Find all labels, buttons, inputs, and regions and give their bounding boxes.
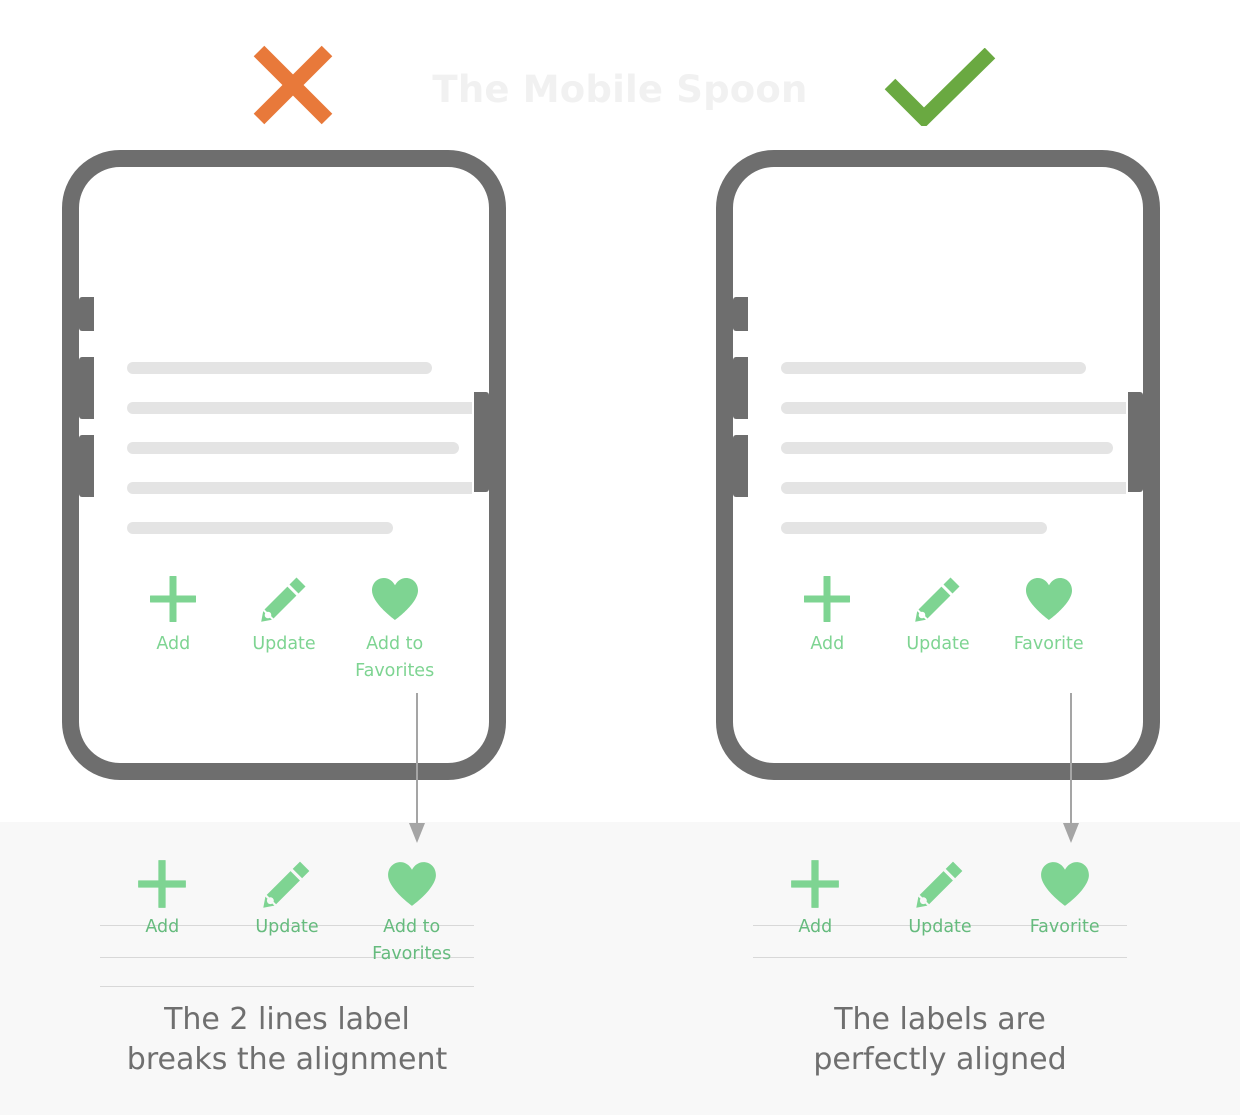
detail-label: Update [908,917,972,937]
power-button[interactable] [474,392,489,492]
toolbar-item-add[interactable]: Add [118,574,229,685]
volume-up-button[interactable] [79,357,94,419]
detail-label: Update [255,917,319,937]
phone-frame: Add Update Favorite [716,150,1160,780]
phone-screen: Add Update Favorite [750,184,1126,746]
detail-item-update[interactable]: Update [225,858,350,969]
pencil-icon [883,574,994,624]
cross-x-icon [253,45,333,125]
silent-switch-button[interactable] [733,297,748,331]
content-placeholder-line [127,442,459,454]
toolbar-label: Favorite [1013,634,1084,654]
plus-icon [753,858,878,910]
content-placeholder-line [127,482,472,494]
pencil-icon [878,858,1003,910]
action-toolbar-good: Add Update Favorite [772,574,1104,658]
checkmark-icon [884,48,996,126]
toolbar-label: Update [252,634,316,654]
detail-item-favorite[interactable]: Favorite [1002,858,1127,941]
plus-icon [772,574,883,624]
pencil-icon [229,574,340,624]
phone-screen: Add Update Add to Favorites [96,184,472,746]
plus-icon [100,858,225,910]
detail-toolbar-bad: Add Update Add to Favorites [100,858,474,987]
volume-up-button[interactable] [733,357,748,419]
action-toolbar-bad: Add Update Add to Favorites [118,574,450,685]
toolbar-item-update[interactable]: Update [883,574,994,658]
content-placeholder-line [781,522,1047,534]
phone-mockup-good: Add Update Favorite [702,150,1174,780]
detail-label: Add to Favorites [372,917,452,965]
power-button[interactable] [1128,392,1143,492]
pencil-icon [225,858,350,910]
heart-icon [349,858,474,910]
toolbar-label: Add to Favorites [355,634,435,682]
toolbar-item-favorite[interactable]: Add to Favorites [339,574,450,685]
volume-down-button[interactable] [79,435,94,497]
silent-switch-button[interactable] [79,297,94,331]
header: The Mobile Spoon [0,0,1240,150]
toolbar-item-add[interactable]: Add [772,574,883,658]
detail-toolbar-good: Add Update Favorite [753,858,1127,958]
watermark-title: The Mobile Spoon [432,68,808,111]
content-placeholder-line [781,442,1113,454]
detail-toolbar-row: Add Update Favorite [753,858,1127,941]
alignment-guide-line [753,957,1127,958]
detail-item-add[interactable]: Add [753,858,878,941]
toolbar-item-favorite[interactable]: Favorite [993,574,1104,658]
content-placeholder-line [781,362,1086,374]
plus-icon [118,574,229,624]
toolbar-label: Update [906,634,970,654]
toolbar-label: Add [156,634,191,654]
phone-frame: Add Update Add to Favorites [62,150,506,780]
heart-icon [993,574,1104,624]
detail-item-update[interactable]: Update [878,858,1003,941]
caption-bad: The 2 lines label breaks the alignment [126,1002,448,1078]
detail-label: Add [145,917,180,937]
detail-toolbar-row: Add Update Add to Favorites [100,858,474,969]
content-placeholder-line [781,402,1126,414]
detail-label: Favorite [1029,917,1100,937]
phone-mockup-bad: Add Update Add to Favorites [48,150,520,780]
volume-down-button[interactable] [733,435,748,497]
content-placeholder-list [127,362,472,562]
detail-item-add[interactable]: Add [100,858,225,969]
heart-icon [1002,858,1127,910]
alignment-guide-line [100,986,474,987]
toolbar-item-update[interactable]: Update [229,574,340,685]
detail-label: Add [798,917,833,937]
caption-good: The labels are perfectly aligned [813,1002,1067,1078]
content-placeholder-line [127,362,432,374]
content-placeholder-line [127,402,472,414]
content-placeholder-line [781,482,1126,494]
detail-item-favorite[interactable]: Add to Favorites [349,858,474,969]
content-placeholder-line [127,522,393,534]
heart-icon [339,574,450,624]
toolbar-label: Add [810,634,845,654]
content-placeholder-list [781,362,1126,562]
